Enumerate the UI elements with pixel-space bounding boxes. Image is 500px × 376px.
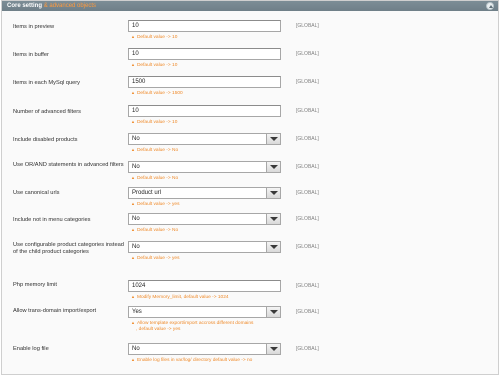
field-note: ▲ Default value -> 10 (131, 34, 178, 40)
field-note: ▲ Enable log files in var/log/ directory … (131, 357, 253, 363)
scope-label: [GLOBAL] (296, 244, 319, 250)
core-settings-fieldset: Core setting & advanced objects Items in… (1, 0, 499, 375)
scope-label: [GLOBAL] (296, 309, 319, 315)
field-label: Enable log file (13, 346, 49, 352)
items-in-preview-input[interactable]: 10 (128, 20, 281, 32)
php-memory-input[interactable]: 1024 (128, 280, 281, 292)
configurable-categories-select[interactable]: No (128, 241, 281, 253)
advanced-filters-input[interactable]: 10 (128, 105, 281, 117)
field-note: ▲ Default value -> 10 (131, 119, 178, 125)
field-note: ▲ Modify Memory_limit, default value -> 1… (131, 294, 229, 300)
field-label: Php memory limit (13, 282, 57, 288)
scope-label: [GLOBAL] (296, 79, 319, 85)
scope-label: [GLOBAL] (296, 51, 319, 57)
items-each-query-input[interactable]: 1500 (128, 76, 281, 88)
chevron-down-icon[interactable] (266, 162, 280, 172)
field-label: Include disabled products (13, 137, 78, 143)
chevron-down-icon[interactable] (266, 188, 280, 198)
field-note: ▲ Default value -> No (131, 147, 179, 153)
field-label: Items in buffer (13, 52, 49, 58)
field-note: ▲ Default value -> yes (131, 255, 180, 261)
scope-label: [GLOBAL] (296, 164, 319, 170)
field-note: ▲ Default value -> No (131, 227, 179, 233)
canonical-urls-select[interactable]: Product url (128, 187, 281, 199)
scope-label: [GLOBAL] (296, 346, 319, 352)
scope-label: [GLOBAL] (296, 216, 319, 222)
items-in-buffer-input[interactable]: 10 (128, 48, 281, 60)
field-note: ▲ Default value -> 10 (131, 62, 178, 68)
enable-log-select[interactable]: No (128, 343, 281, 355)
field-note: ▲ Default value -> yes (131, 201, 180, 207)
field-label: Use configurable product categories inst… (13, 242, 124, 255)
trans-domain-select[interactable]: Yes (128, 306, 281, 318)
scope-label: [GLOBAL] (296, 23, 319, 29)
field-label: Use canonical urls (13, 190, 60, 196)
scope-label: [GLOBAL] (296, 283, 319, 289)
field-label: Include not in menu categories (13, 217, 91, 223)
scope-label: [GLOBAL] (296, 108, 319, 114)
field-label: Allow trans-domain import/export (13, 308, 97, 314)
field-label: Items in preview (13, 24, 55, 30)
field-label: Number of advanced filters (13, 109, 81, 115)
chevron-down-icon[interactable] (266, 134, 280, 144)
scope-label: [GLOBAL] (296, 136, 319, 142)
field-label: Use OR/AND statements in advanced filter… (13, 162, 124, 168)
field-label: Items in each MySql query (13, 80, 81, 86)
scope-label: [GLOBAL] (296, 190, 319, 196)
not-in-menu-select[interactable]: No (128, 213, 281, 225)
field-note-continued: , default value -> yes (136, 327, 181, 332)
include-disabled-select[interactable]: No (128, 133, 281, 145)
chevron-down-icon[interactable] (266, 242, 280, 252)
section-title: Core setting & advanced objects (7, 3, 97, 9)
chevron-down-icon[interactable] (266, 214, 280, 224)
or-and-select[interactable]: No (128, 161, 281, 173)
chevron-down-icon[interactable] (266, 344, 280, 354)
chevron-down-icon[interactable] (266, 307, 280, 317)
section-header[interactable]: Core setting & advanced objects (2, 1, 498, 11)
field-note: ▲ Default value -> 1500 (131, 90, 183, 96)
field-note: ▲ Default value -> No (131, 175, 179, 181)
collapse-icon[interactable] (486, 2, 494, 10)
